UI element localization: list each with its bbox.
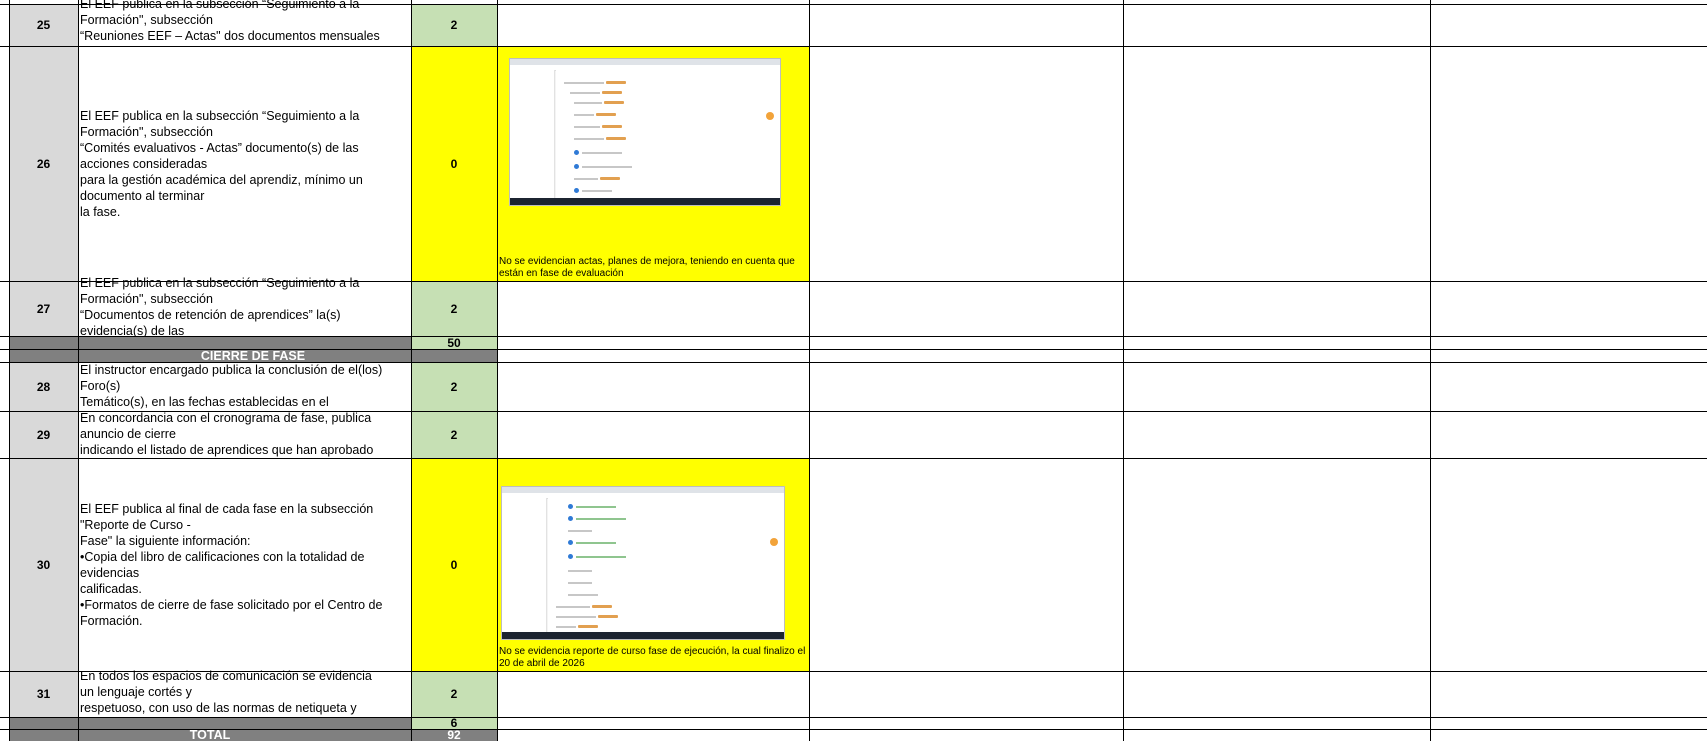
row-number: 25 [9, 4, 78, 46]
row-number: 29 [9, 411, 78, 458]
evidence-screenshot [509, 58, 781, 206]
row-number: 26 [9, 46, 78, 281]
criterion-text: El instructor encargado publica la concl… [78, 362, 411, 411]
subtotal-value: 6 [411, 717, 497, 729]
criterion-text: En concordancia con el cronograma de fas… [78, 410, 411, 458]
score-cell: 2 [411, 411, 497, 458]
row-number: 27 [9, 281, 78, 336]
evaluation-table: 25 El EEF publica en la subsección “Segu… [0, 0, 1707, 741]
row-number: 28 [9, 362, 78, 411]
score-cell: 2 [411, 671, 497, 717]
criterion-text-content: El EEF publica al final de cada fase en … [80, 501, 383, 628]
observation-text: No se evidencia reporte de curso fase de… [499, 646, 806, 669]
score-cell: 2 [411, 4, 497, 46]
score-cell: 0 [411, 458, 497, 671]
total-label: TOTAL [9, 729, 411, 741]
evidence-screenshot [501, 486, 785, 640]
criterion-text: El EEF publica al final de cada fase en … [78, 458, 411, 671]
criterion-text-content: El EEF publica en la subsección “Seguimi… [80, 108, 363, 219]
criterion-text: El EEF publica en la subsección “Seguimi… [78, 46, 411, 281]
criterion-text: El EEF publica en la subsección “Seguimi… [78, 0, 411, 46]
criterion-text: El EEF publica en la subsección “Seguimi… [78, 275, 411, 336]
section-header: CIERRE DE FASE [9, 349, 497, 362]
subtotal-label-cell [9, 717, 411, 729]
row-number: 31 [9, 671, 78, 717]
score-cell: 2 [411, 281, 497, 336]
criterion-text: En todos los espacios de comunicación se… [78, 668, 411, 717]
total-value: 92 [411, 729, 497, 741]
score-cell: 2 [411, 362, 497, 411]
subtotal-value: 50 [411, 336, 497, 349]
evidence-cell: No se evidencia reporte de curso fase de… [497, 458, 809, 671]
observation-text: No se evidencian actas, planes de mejora… [499, 256, 795, 279]
subtotal-label-cell [9, 336, 411, 349]
score-cell: 0 [411, 46, 497, 281]
evidence-cell: No se evidencian actas, planes de mejora… [497, 46, 809, 281]
row-number: 30 [9, 458, 78, 671]
